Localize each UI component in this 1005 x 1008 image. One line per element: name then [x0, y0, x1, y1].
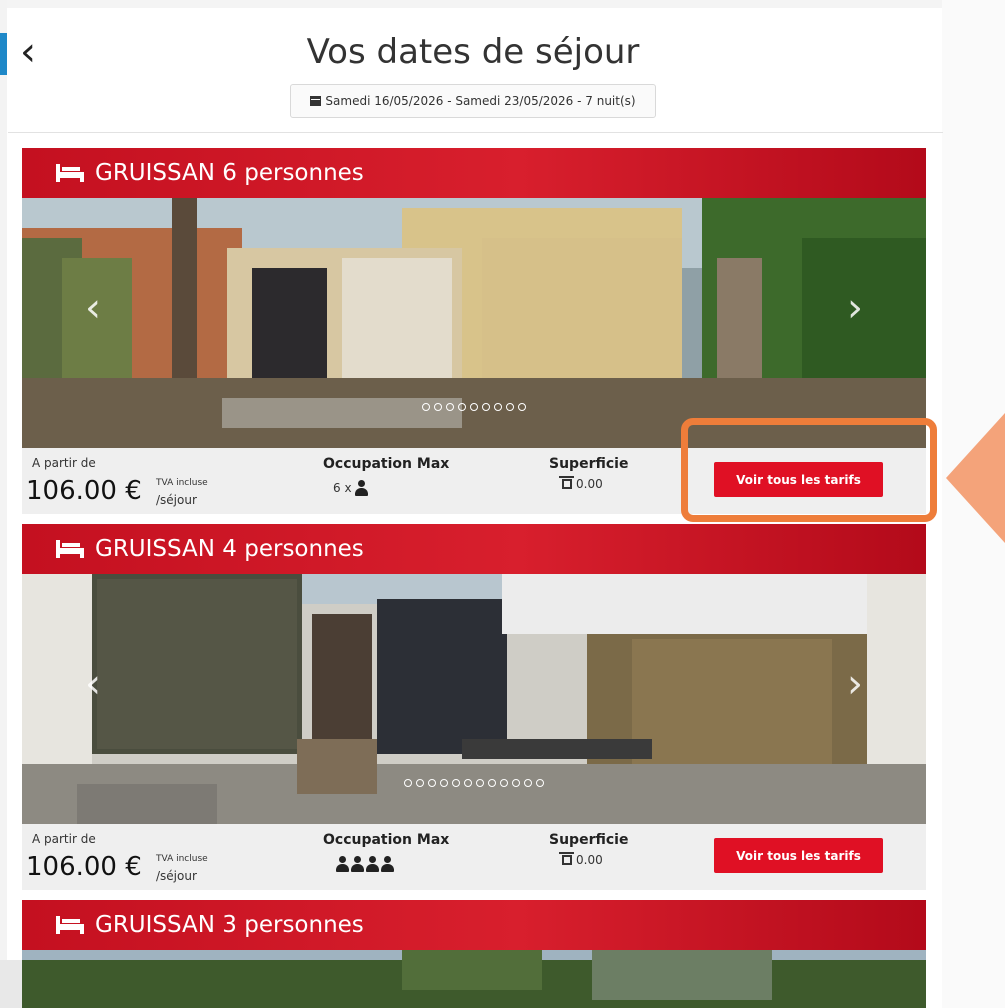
carousel-dot[interactable]	[488, 779, 496, 787]
person-icon	[366, 856, 379, 872]
stay-dates-badge: Samedi 16/05/2026 - Samedi 23/05/2026 - …	[290, 84, 656, 118]
occupation-label: Occupation Max	[323, 456, 450, 472]
left-edge	[0, 0, 7, 1008]
bed-icon	[56, 916, 84, 934]
carousel-dot[interactable]	[506, 403, 514, 411]
bed-icon	[56, 540, 84, 558]
price: 106.00 €	[26, 852, 142, 882]
property-photo[interactable]: ‹ ›	[22, 198, 926, 448]
carousel-dot[interactable]	[428, 779, 436, 787]
area-label: Superficie	[549, 456, 629, 472]
carousel-dot[interactable]	[494, 403, 502, 411]
highlight-annotation-box	[681, 418, 937, 522]
carousel-dot[interactable]	[458, 403, 466, 411]
carousel-dot[interactable]	[416, 779, 424, 787]
area-value: 0.00	[559, 476, 603, 491]
area-value: 0.00	[559, 852, 603, 867]
occupation-value: 6 x	[333, 480, 368, 496]
carousel-dot[interactable]	[434, 403, 442, 411]
calendar-icon	[310, 96, 322, 106]
carousel-dot[interactable]	[452, 779, 460, 787]
person-icon	[351, 856, 364, 872]
price-info-row: A partir de 106.00 € TVA incluse /séjour…	[22, 824, 926, 890]
carousel-dot[interactable]	[470, 403, 478, 411]
carousel-dot[interactable]	[476, 779, 484, 787]
carousel-dot[interactable]	[446, 403, 454, 411]
per-stay-label: /séjour	[156, 493, 197, 507]
card-title: GRUISSAN 3 personnes	[95, 912, 364, 938]
card-title-bar: GRUISSAN 4 personnes	[22, 524, 926, 574]
area-number: 0.00	[576, 853, 603, 867]
occupation-label: Occupation Max	[323, 832, 450, 848]
area-icon	[559, 852, 574, 867]
card-title-bar: GRUISSAN 6 personnes	[22, 148, 926, 198]
occupation-value	[333, 856, 394, 872]
property-photo[interactable]: ‹ ›	[22, 574, 926, 824]
from-label: A partir de	[32, 456, 96, 470]
carousel-indicators	[22, 779, 926, 787]
per-stay-label: /séjour	[156, 869, 197, 883]
carousel-dot[interactable]	[440, 779, 448, 787]
person-icon	[354, 480, 368, 496]
card-title: GRUISSAN 4 personnes	[95, 536, 364, 562]
carousel-indicators	[22, 403, 926, 411]
prev-slide-arrow-icon[interactable]: ‹	[78, 664, 108, 704]
card-title-bar: GRUISSAN 3 personnes	[22, 900, 926, 950]
card-title: GRUISSAN 6 personnes	[95, 160, 364, 186]
area-icon	[559, 476, 574, 491]
price: 106.00 €	[26, 476, 142, 506]
carousel-dot[interactable]	[536, 779, 544, 787]
view-all-rates-button[interactable]: Voir tous les tarifs	[714, 838, 883, 873]
carousel-dot[interactable]	[482, 403, 490, 411]
bed-icon	[56, 164, 84, 182]
next-slide-arrow-icon[interactable]: ›	[840, 288, 870, 328]
page-title: Vos dates de séjour	[306, 32, 640, 72]
carousel-dot[interactable]	[404, 779, 412, 787]
prev-slide-arrow-icon[interactable]: ‹	[78, 288, 108, 328]
tva-note: TVA incluse	[156, 478, 208, 488]
from-label: A partir de	[32, 832, 96, 846]
next-slide-arrow-icon[interactable]: ›	[840, 664, 870, 704]
carousel-dot[interactable]	[518, 403, 526, 411]
stay-dates-text: Samedi 16/05/2026 - Samedi 23/05/2026 - …	[325, 94, 636, 108]
carousel-dot[interactable]	[464, 779, 472, 787]
rental-card: GRUISSAN 3 personnes	[22, 900, 926, 1008]
carousel-dot[interactable]	[500, 779, 508, 787]
rental-card: GRUISSAN 4 personnes ‹ › A partir de 106…	[22, 524, 926, 890]
area-label: Superficie	[549, 832, 629, 848]
top-strip	[0, 0, 1005, 8]
property-photo-art	[22, 950, 926, 1008]
tva-note: TVA incluse	[156, 854, 208, 864]
header-divider	[8, 132, 943, 133]
person-icon	[336, 856, 349, 872]
person-icon	[381, 856, 394, 872]
carousel-dot[interactable]	[524, 779, 532, 787]
carousel-dot[interactable]	[512, 779, 520, 787]
pointer-arrow-icon	[946, 413, 1005, 543]
occupation-count: 6 x	[333, 481, 352, 495]
carousel-dot[interactable]	[422, 403, 430, 411]
property-photo[interactable]	[22, 950, 926, 1008]
area-number: 0.00	[576, 477, 603, 491]
